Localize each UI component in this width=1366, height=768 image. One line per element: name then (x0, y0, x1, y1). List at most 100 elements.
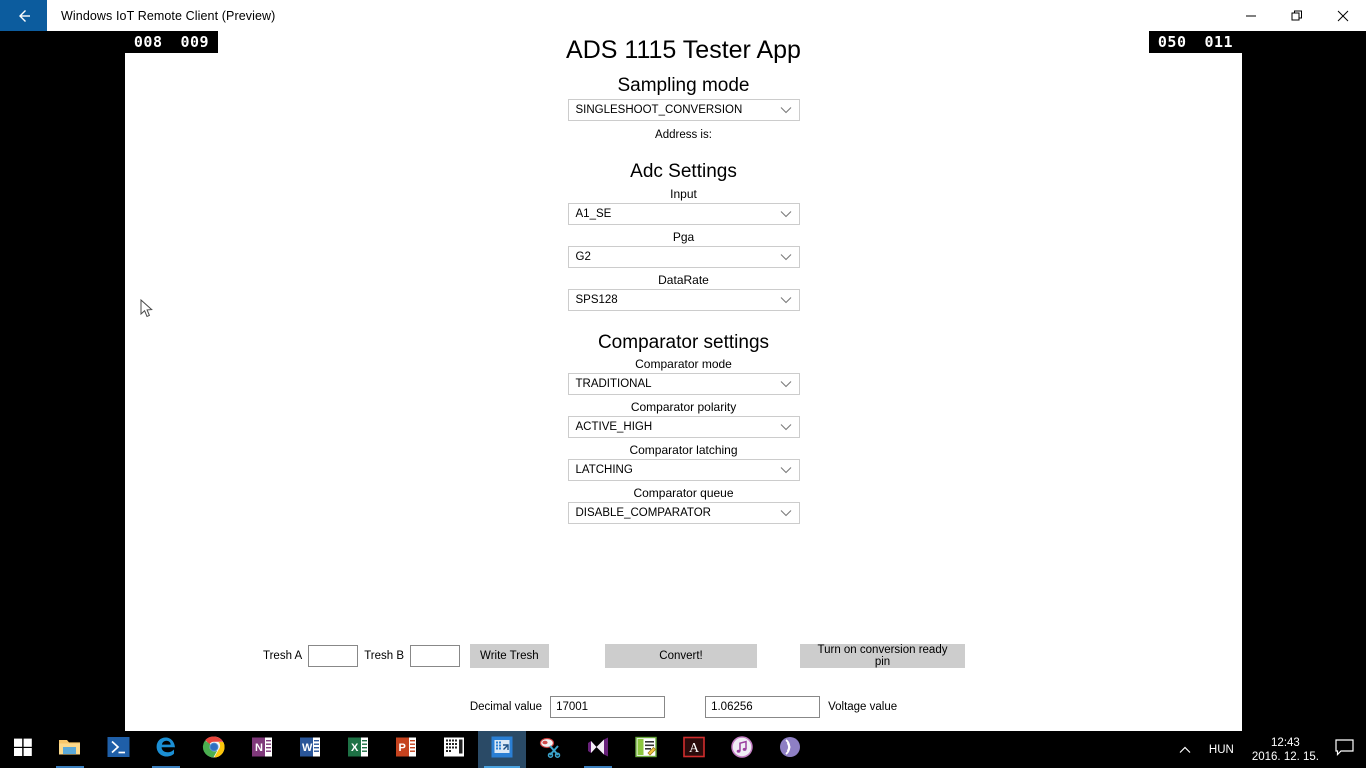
restore-button[interactable] (1274, 0, 1320, 31)
bittorrent-icon (779, 736, 801, 763)
taskbar-item-excel[interactable]: X (334, 731, 382, 768)
excel-icon: X (347, 736, 369, 763)
close-button[interactable] (1320, 0, 1366, 31)
chevron-down-icon (780, 423, 792, 431)
write-tresh-button[interactable]: Write Tresh (470, 644, 549, 668)
file-explorer-icon (58, 736, 82, 763)
datarate-combobox[interactable]: SPS128 (567, 289, 800, 311)
turn-on-conversion-ready-pin-button[interactable]: Turn on conversion ready pin (800, 644, 965, 668)
back-arrow-icon (14, 6, 34, 26)
chevron-down-icon (780, 296, 792, 304)
input-label: Input (670, 187, 697, 201)
taskbar-item-file-explorer[interactable] (46, 731, 94, 768)
onenote-icon: N (251, 736, 273, 763)
voltage-value-input[interactable] (705, 696, 821, 718)
svg-text:X: X (351, 742, 359, 754)
windows-start-icon (14, 738, 32, 761)
edge-icon (154, 735, 178, 764)
comparator-mode-value: TRADITIONAL (575, 378, 652, 390)
notepadpp-icon (635, 736, 657, 763)
taskbar-item-notepadpp[interactable] (622, 731, 670, 768)
taskbar-item-bittorrent[interactable] (766, 731, 814, 768)
calculator-icon (443, 737, 465, 762)
word-icon: W (299, 736, 321, 763)
comparator-settings-heading: Comparator settings (597, 332, 770, 353)
svg-text:P: P (399, 742, 406, 754)
powershell-icon (107, 736, 130, 763)
comparator-polarity-combobox[interactable]: ACTIVE_HIGH (567, 416, 800, 438)
chevron-down-icon (780, 253, 792, 261)
action-center-icon (1335, 738, 1354, 761)
taskbar-item-onenote[interactable]: N (238, 731, 286, 768)
pga-combobox[interactable]: G2 (567, 246, 800, 268)
decimal-value-label: Decimal value (469, 701, 543, 713)
input-combobox[interactable]: A1_SE (567, 203, 800, 225)
window-titlebar: Windows IoT Remote Client (Preview) (0, 0, 1366, 31)
language-indicator[interactable]: HUN (1201, 744, 1242, 756)
comparator-mode-combobox[interactable]: TRADITIONAL (567, 373, 800, 395)
comparator-queue-value: DISABLE_COMPARATOR (575, 507, 711, 519)
itunes-icon (731, 736, 753, 763)
datarate-value: SPS128 (575, 294, 618, 306)
clock-date: 2016. 12. 15. (1251, 750, 1319, 763)
taskbar-item-itunes[interactable] (718, 731, 766, 768)
tresh-group: Tresh A Tresh B Write Tresh (263, 644, 549, 668)
comparator-queue-label: Comparator queue (633, 486, 734, 500)
taskbar-item-calculator[interactable] (430, 731, 478, 768)
decimal-value-input[interactable] (550, 696, 666, 718)
taskbar-item-powerpoint[interactable]: P (382, 731, 430, 768)
tresh-a-label: Tresh A (263, 650, 303, 662)
settings-form: Sampling mode SINGLESHOOT_CONVERSION Add… (125, 75, 1242, 524)
pga-label: Pga (672, 230, 695, 244)
iot-remote-client-icon (491, 736, 513, 763)
restore-icon (1291, 10, 1303, 22)
remote-app-canvas[interactable]: 008 009 050 011 ADS 1115 Tester App Samp… (125, 31, 1242, 731)
comparator-latching-label: Comparator latching (629, 443, 738, 457)
voltage-value-label: Voltage value (828, 701, 898, 713)
close-icon (1337, 10, 1349, 22)
svg-text:A: A (689, 741, 700, 756)
window-title: Windows IoT Remote Client (Preview) (61, 8, 276, 23)
comparator-polarity-value: ACTIVE_HIGH (575, 421, 653, 433)
visual-studio-icon (586, 735, 610, 764)
taskbar-item-visual-studio[interactable] (574, 731, 622, 768)
tresh-b-label: Tresh B (364, 650, 405, 662)
taskbar-item-edge[interactable] (142, 731, 190, 768)
powerpoint-icon: P (395, 736, 417, 763)
taskbar-item-chrome[interactable] (190, 731, 238, 768)
chevron-down-icon (780, 210, 792, 218)
minimize-button[interactable] (1228, 0, 1274, 31)
tresh-b-input[interactable] (410, 645, 461, 667)
start-button[interactable] (0, 731, 46, 768)
tresh-a-input[interactable] (308, 645, 359, 667)
clock[interactable]: 12:43 2016. 12. 15. (1242, 736, 1329, 764)
taskbar-item-powershell[interactable] (94, 731, 142, 768)
sampling-mode-combobox[interactable]: SINGLESHOOT_CONVERSION (567, 99, 800, 121)
datarate-label: DataRate (658, 273, 709, 287)
screen: Windows IoT Remote Client (Preview) 008 … (0, 0, 1366, 768)
comparator-polarity-label: Comparator polarity (630, 400, 737, 414)
comparator-queue-combobox[interactable]: DISABLE_COMPARATOR (567, 502, 800, 524)
sampling-mode-heading: Sampling mode (617, 75, 750, 96)
input-value: A1_SE (575, 208, 612, 220)
adobe-acrobat-icon: A (683, 736, 705, 763)
app-title: ADS 1115 Tester App (566, 36, 801, 64)
window-controls (1228, 0, 1366, 31)
show-hidden-icons-button[interactable] (1169, 741, 1201, 759)
chevron-down-icon (780, 509, 792, 517)
chrome-icon (202, 735, 226, 764)
taskbar-item-adobe-acrobat[interactable]: A (670, 731, 718, 768)
chevron-down-icon (780, 106, 792, 114)
snipping-tool-icon (538, 736, 562, 763)
svg-text:N: N (255, 742, 263, 754)
taskbar-item-iot-remote-client[interactable] (478, 731, 526, 768)
comparator-latching-value: LATCHING (575, 464, 633, 476)
convert-button[interactable]: Convert! (605, 644, 757, 668)
value-row: Decimal value Voltage value (125, 696, 1242, 718)
chevron-up-icon (1179, 741, 1191, 759)
back-button[interactable] (0, 0, 47, 31)
action-center-button[interactable] (1329, 738, 1366, 761)
comparator-latching-combobox[interactable]: LATCHING (567, 459, 800, 481)
taskbar-item-word[interactable]: W (286, 731, 334, 768)
taskbar-item-snipping-tool[interactable] (526, 731, 574, 768)
